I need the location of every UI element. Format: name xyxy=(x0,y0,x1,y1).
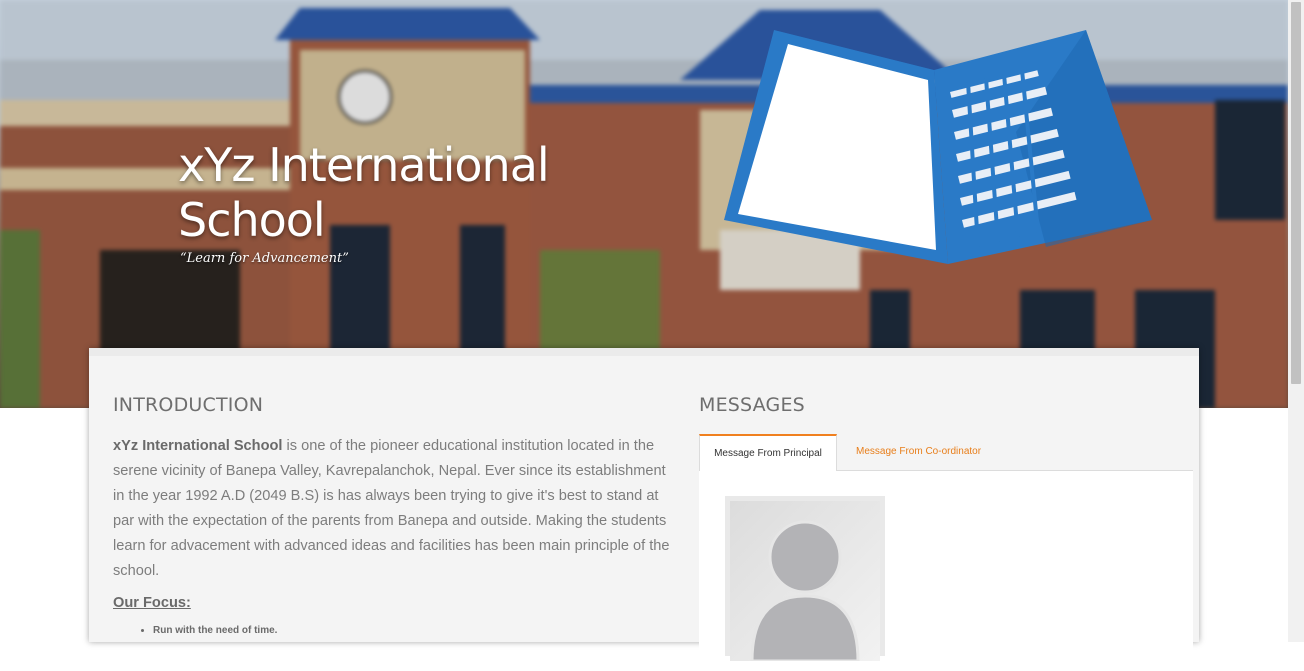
hero-banner: xYz International School “Learn for Adva… xyxy=(0,0,1288,408)
introduction-body: is one of the pioneer educational instit… xyxy=(113,438,670,579)
introduction-heading: INTRODUCTION xyxy=(113,394,264,416)
messages-heading: MESSAGES xyxy=(699,394,805,416)
school-tagline: “Learn for Advancement” xyxy=(180,251,349,266)
laptop-logo-icon xyxy=(724,30,1152,264)
avatar-frame xyxy=(730,501,880,661)
tab-message-from-principal[interactable]: Message From Principal xyxy=(699,434,837,471)
focus-list-item: Run with the need of time. xyxy=(153,625,673,636)
content-card: INTRODUCTION xYz International School is… xyxy=(89,348,1199,671)
scrollbar-thumb[interactable] xyxy=(1291,2,1301,384)
tab-message-from-coordinator[interactable]: Message From Co-ordinator xyxy=(856,434,981,470)
introduction-text: xYz International School is one of the p… xyxy=(113,434,673,584)
principal-message-pane xyxy=(699,471,1193,671)
messages-section: MESSAGES Message From Principal Message … xyxy=(699,394,1193,671)
page-scrollbar[interactable] xyxy=(1288,0,1304,642)
person-placeholder-icon xyxy=(750,520,860,661)
messages-tabs: Message From Principal Message From Co-o… xyxy=(699,434,1193,471)
principal-photo xyxy=(725,496,885,661)
introduction-section: INTRODUCTION xYz International School is… xyxy=(113,394,673,636)
school-name-bold: xYz International School xyxy=(113,438,283,454)
focus-list: Run with the need of time. xyxy=(113,625,673,636)
school-title: xYz International School xyxy=(178,138,550,247)
our-focus-heading: Our Focus: xyxy=(113,595,191,611)
